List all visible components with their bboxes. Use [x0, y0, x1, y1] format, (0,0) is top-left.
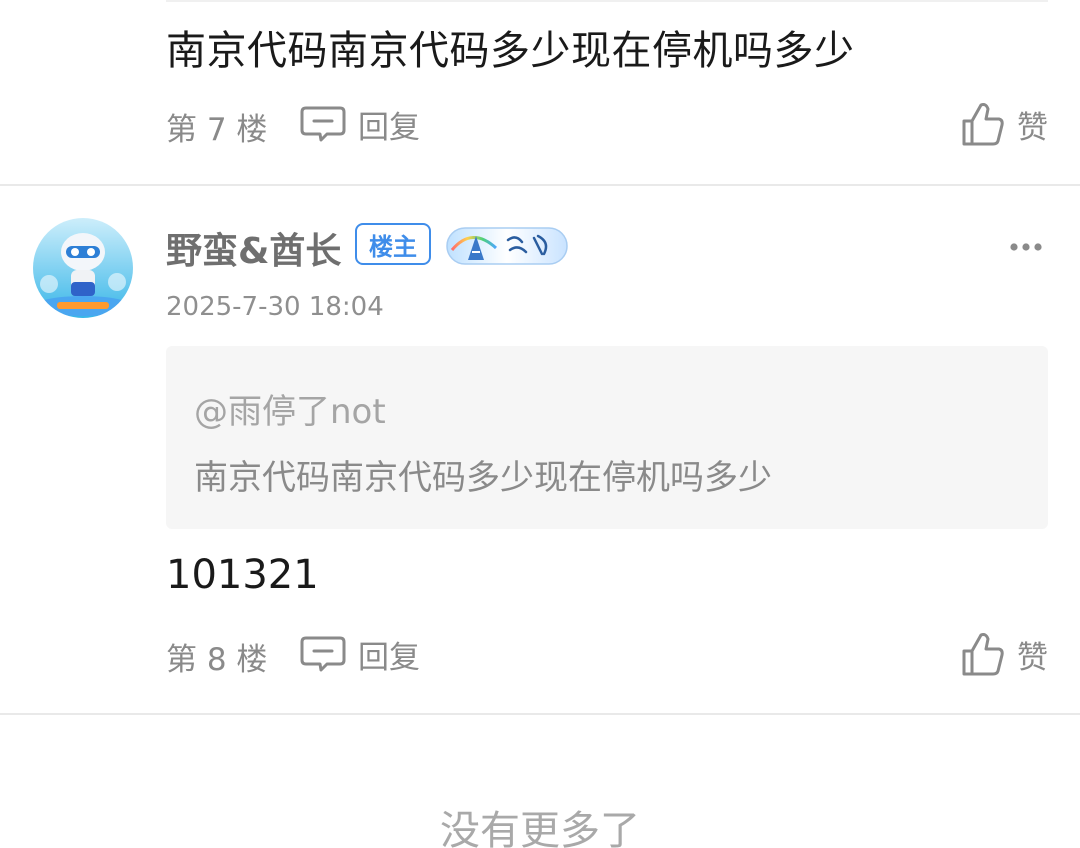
- reply-label: 回复: [358, 639, 420, 676]
- like-label: 赞: [1017, 109, 1048, 146]
- avatar[interactable]: [33, 218, 133, 318]
- like-button[interactable]: 赞: [961, 624, 1048, 684]
- comment-content: 南京代码南京代码多少现在停机吗多少: [166, 28, 855, 74]
- username[interactable]: 野蛮&酋长: [166, 222, 341, 274]
- more-options-button[interactable]: [1005, 232, 1047, 262]
- avatar-image: [33, 218, 133, 318]
- quote-mention[interactable]: @雨停了not: [194, 384, 386, 433]
- comment-content: 101321: [166, 552, 319, 598]
- comment-action-bar: 第 8 楼 回复 赞: [166, 624, 1048, 684]
- like-button[interactable]: 赞: [961, 94, 1048, 154]
- reply-label: 回复: [358, 109, 420, 146]
- comment-floor-7: 南京代码南京代码多少现在停机吗多少 第 7 楼 回复 赞: [0, 0, 1080, 184]
- no-more-content-text: 没有更多了: [440, 808, 640, 848]
- post-timestamp: 2025-7-30 18:04: [166, 292, 384, 322]
- divider: [0, 184, 1080, 186]
- reply-button[interactable]: 回复: [300, 632, 420, 676]
- more-dots-icon: [1010, 243, 1042, 251]
- floor-number: 第 8 楼: [166, 642, 268, 678]
- divider: [0, 713, 1080, 715]
- comment-bubble-icon: [300, 636, 346, 672]
- comment-list-page: 南京代码南京代码多少现在停机吗多少 第 7 楼 回复 赞 野蛮&酋长 楼主 20…: [0, 0, 1080, 848]
- level-badge-icon: [446, 224, 568, 268]
- floor-number: 第 7 楼: [166, 112, 268, 148]
- reply-button[interactable]: 回复: [300, 102, 420, 146]
- thumbs-up-icon: [962, 103, 1004, 146]
- quoted-comment[interactable]: @雨停了not 南京代码南京代码多少现在停机吗多少: [166, 346, 1048, 529]
- thread-owner-badge: 楼主: [355, 223, 431, 265]
- thumbs-up-icon: [962, 633, 1004, 676]
- divider: [166, 0, 1048, 2]
- comment-action-bar: 第 7 楼 回复 赞: [166, 94, 1048, 154]
- comment-bubble-icon: [300, 106, 346, 142]
- like-label: 赞: [1017, 639, 1048, 676]
- quote-text: 南京代码南京代码多少现在停机吗多少: [194, 458, 772, 498]
